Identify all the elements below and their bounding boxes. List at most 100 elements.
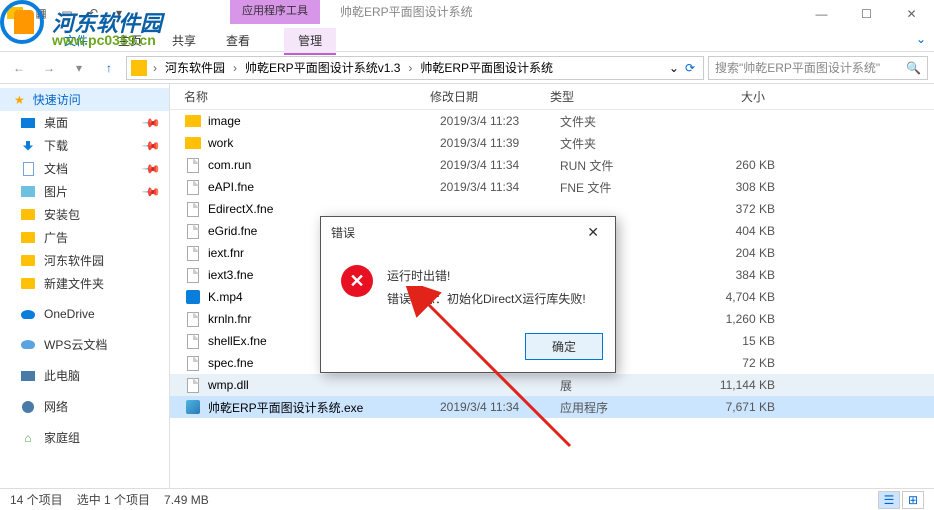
sidebar-item-desktop[interactable]: 桌面📌	[0, 111, 169, 134]
bc-item-2[interactable]: 帅乾ERP平面图设计系统	[418, 59, 555, 76]
view-thumbs-button[interactable]: ⊞	[902, 491, 924, 509]
pin-icon: 📌	[141, 181, 161, 201]
sidebar-item-ads[interactable]: 广告	[0, 226, 169, 249]
close-button[interactable]: ✕	[889, 0, 934, 28]
file-size: 7,671 KB	[675, 400, 805, 414]
refresh-icon[interactable]: ⟳	[685, 61, 695, 75]
ribbon-expand-icon[interactable]: ⌄	[916, 32, 926, 46]
col-size[interactable]: 大小	[665, 88, 795, 105]
file-icon	[184, 310, 202, 328]
col-date[interactable]: 修改日期	[430, 88, 550, 105]
qat-open-icon[interactable]: ▭	[56, 2, 78, 24]
tab-view[interactable]: 查看	[212, 28, 264, 55]
chevron-right-icon[interactable]: ›	[149, 61, 161, 75]
file-size: 384 KB	[675, 268, 805, 282]
sidebar-homegroup[interactable]: ⌂家庭组	[0, 426, 169, 449]
back-button[interactable]: ←	[6, 55, 32, 81]
recent-dropdown[interactable]: ▾	[66, 55, 92, 81]
view-details-button[interactable]: ☰	[878, 491, 900, 509]
chevron-right-icon[interactable]: ›	[404, 61, 416, 75]
dialog-title-text: 错误	[331, 224, 355, 241]
folder-icon	[184, 112, 202, 130]
qat-dropdown-icon[interactable]: ▾	[108, 2, 130, 24]
ok-button[interactable]: 确定	[525, 333, 603, 360]
dialog-close-button[interactable]: ✕	[581, 222, 605, 243]
sidebar-item-pictures[interactable]: 图片📌	[0, 180, 169, 203]
video-icon	[184, 288, 202, 306]
file-type: RUN 文件	[560, 157, 675, 174]
dialog-message: 运行时出错! 错误信息：初始化DirectX运行库失败!	[387, 265, 586, 311]
titlebar: ▦ ▭ ↶ ▾ 应用程序工具 帅乾ERP平面图设计系统 ― ☐ ✕ 文件 主页 …	[0, 0, 934, 52]
file-icon	[184, 332, 202, 350]
breadcrumb[interactable]: › 河东软件园 › 帅乾ERP平面图设计系统v1.3 › 帅乾ERP平面图设计系…	[126, 56, 704, 80]
tab-home[interactable]: 主页	[104, 28, 156, 55]
dialog-titlebar[interactable]: 错误 ✕	[321, 217, 615, 247]
folder-icon	[184, 134, 202, 152]
minimize-button[interactable]: ―	[799, 0, 844, 28]
contextual-tab-group: 应用程序工具	[230, 0, 320, 24]
download-icon	[23, 141, 33, 151]
tab-manage[interactable]: 管理	[284, 28, 336, 55]
file-size: 204 KB	[675, 246, 805, 260]
search-input[interactable]: 搜索"帅乾ERP平面图设计系统" 🔍	[708, 56, 928, 80]
qat-undo-icon[interactable]: ↶	[82, 2, 104, 24]
file-name: com.run	[208, 158, 440, 172]
file-name: wmp.dll	[208, 378, 440, 392]
chevron-right-icon[interactable]: ›	[229, 61, 241, 75]
search-icon[interactable]: 🔍	[906, 61, 921, 75]
file-row[interactable]: com.run2019/3/4 11:34RUN 文件260 KB	[170, 154, 934, 176]
error-dialog: 错误 ✕ ✕ 运行时出错! 错误信息：初始化DirectX运行库失败! 确定	[320, 216, 616, 373]
sidebar-item-hedong[interactable]: 河东软件园	[0, 249, 169, 272]
search-placeholder: 搜索"帅乾ERP平面图设计系统"	[715, 59, 880, 76]
file-type: 应用程序	[560, 399, 675, 416]
sidebar-wps[interactable]: WPS云文档	[0, 333, 169, 356]
up-button[interactable]: ↑	[96, 55, 122, 81]
sidebar-item-downloads[interactable]: 下载📌	[0, 134, 169, 157]
file-size: 372 KB	[675, 202, 805, 216]
tab-file[interactable]: 文件	[50, 28, 102, 55]
error-icon: ✕	[341, 265, 373, 297]
file-row[interactable]: wmp.dll 展11,144 KB	[170, 374, 934, 396]
file-size: 11,144 KB	[675, 378, 805, 392]
properties-icon[interactable]: ▦	[30, 2, 52, 24]
pin-icon: 📌	[141, 135, 161, 155]
col-type[interactable]: 类型	[550, 88, 665, 105]
file-icon	[184, 376, 202, 394]
sidebar-thispc[interactable]: 此电脑	[0, 364, 169, 387]
col-name[interactable]: 名称	[170, 88, 430, 105]
sidebar-item-newfolder[interactable]: 新建文件夹	[0, 272, 169, 295]
pc-icon	[21, 371, 35, 381]
sidebar-item-documents[interactable]: 文档📌	[0, 157, 169, 180]
file-date: 2019/3/4 11:39	[440, 136, 560, 150]
file-date: 2019/3/4 11:23	[440, 114, 560, 128]
sidebar-onedrive[interactable]: OneDrive	[0, 303, 169, 325]
file-size: 260 KB	[675, 158, 805, 172]
file-type: 展	[560, 377, 675, 394]
sidebar-quick-access[interactable]: ★快速访问	[0, 88, 169, 111]
file-date: 2019/3/4 11:34	[440, 180, 560, 194]
pin-icon: 📌	[141, 112, 161, 132]
bc-item-1[interactable]: 帅乾ERP平面图设计系统v1.3	[243, 59, 402, 76]
file-row[interactable]: eAPI.fne2019/3/4 11:34FNE 文件308 KB	[170, 176, 934, 198]
sidebar-item-install[interactable]: 安装包	[0, 203, 169, 226]
folder-icon	[21, 232, 35, 243]
file-size: 4,704 KB	[675, 290, 805, 304]
sidebar-network[interactable]: 网络	[0, 395, 169, 418]
file-date: 2019/3/4 11:34	[440, 400, 560, 414]
file-type: 文件夹	[560, 113, 675, 130]
network-icon	[22, 401, 34, 413]
file-row[interactable]: 帅乾ERP平面图设计系统.exe2019/3/4 11:34应用程序7,671 …	[170, 396, 934, 418]
file-row[interactable]: work2019/3/4 11:39文件夹	[170, 132, 934, 154]
bc-item-0[interactable]: 河东软件园	[163, 59, 227, 76]
file-icon	[184, 200, 202, 218]
cloud-icon	[21, 310, 35, 319]
pictures-icon	[21, 186, 35, 197]
forward-button[interactable]: →	[36, 55, 62, 81]
file-size: 15 KB	[675, 334, 805, 348]
file-icon	[184, 156, 202, 174]
tab-share[interactable]: 共享	[158, 28, 210, 55]
history-dropdown-icon[interactable]: ⌄	[669, 61, 679, 75]
file-row[interactable]: image2019/3/4 11:23文件夹	[170, 110, 934, 132]
maximize-button[interactable]: ☐	[844, 0, 889, 28]
exe-icon	[184, 398, 202, 416]
